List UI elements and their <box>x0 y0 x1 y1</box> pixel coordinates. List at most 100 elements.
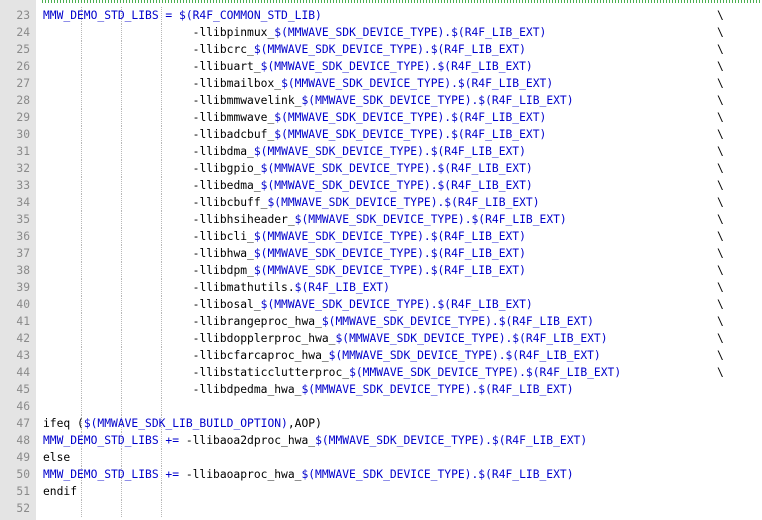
code-text[interactable]: -llibcfarcaproc_hwa_$(MMWAVE_SDK_DEVICE_… <box>43 347 601 364</box>
indent-guide <box>81 500 82 517</box>
code-text[interactable]: -llibrangeproc_hwa_$(MMWAVE_SDK_DEVICE_T… <box>43 313 594 330</box>
code-token-text: -llibcfarcaproc_hwa_ <box>192 349 329 362</box>
code-text[interactable]: -llibstaticclutterproc_$(MMWAVE_SDK_DEVI… <box>43 364 622 381</box>
line-number: 30 <box>16 128 30 141</box>
code-line[interactable]: 36 -llibcli_$(MMWAVE_SDK_DEVICE_TYPE).$(… <box>0 228 762 245</box>
line-number: 24 <box>16 26 30 39</box>
code-text[interactable]: -llibcrc_$(MMWAVE_SDK_DEVICE_TYPE).$(R4F… <box>43 41 526 58</box>
code-line[interactable]: 28 -llibmmwavelink_$(MMWAVE_SDK_DEVICE_T… <box>0 92 762 109</box>
code-text[interactable]: -llibcbuff_$(MMWAVE_SDK_DEVICE_TYPE).$(R… <box>43 194 540 211</box>
code-line[interactable]: 38 -llibdpm_$(MMWAVE_SDK_DEVICE_TYPE).$(… <box>0 262 762 279</box>
code-text[interactable]: -llibmmwave_$(MMWAVE_SDK_DEVICE_TYPE).$(… <box>43 109 547 126</box>
code-line[interactable]: 40 -llibosal_$(MMWAVE_SDK_DEVICE_TYPE).$… <box>0 296 762 313</box>
code-line[interactable]: 24 -llibpinmux_$(MMWAVE_SDK_DEVICE_TYPE)… <box>0 24 762 41</box>
line-number: 35 <box>16 213 30 226</box>
code-text[interactable]: -llibdpm_$(MMWAVE_SDK_DEVICE_TYPE).$(R4F… <box>43 262 526 279</box>
line-number: 40 <box>16 298 30 311</box>
code-line[interactable]: 46 <box>0 398 762 415</box>
line-continuation: \ <box>717 162 724 175</box>
code-token-variable: $(MMWAVE_SDK_DEVICE_TYPE).$(R4F_LIB_EXT) <box>274 26 547 39</box>
code-text[interactable]: -llibpinmux_$(MMWAVE_SDK_DEVICE_TYPE).$(… <box>43 24 547 41</box>
code-line[interactable]: 42 -llibdopplerproc_hwa_$(MMWAVE_SDK_DEV… <box>0 330 762 347</box>
code-line[interactable]: 50 MMW_DEMO_STD_LIBS += -llibaoaproc_hwa_… <box>0 466 762 483</box>
code-line[interactable]: 52 <box>0 500 762 517</box>
code-line[interactable]: 27 -llibmailbox_$(MMWAVE_SDK_DEVICE_TYPE… <box>0 75 762 92</box>
code-line[interactable]: 25 -llibcrc_$(MMWAVE_SDK_DEVICE_TYPE).$(… <box>0 41 762 58</box>
code-line[interactable]: 39 -llibmathutils.$(R4F_LIB_EXT) \ <box>0 279 762 296</box>
code-token-variable: $(MMWAVE_SDK_DEVICE_TYPE).$(R4F_LIB_EXT) <box>315 434 588 447</box>
code-line[interactable]: 34 -llibcbuff_$(MMWAVE_SDK_DEVICE_TYPE).… <box>0 194 762 211</box>
line-continuation: \ <box>717 315 724 328</box>
line-number: 32 <box>16 162 30 175</box>
code-text[interactable]: -llibosal_$(MMWAVE_SDK_DEVICE_TYPE).$(R4… <box>43 296 533 313</box>
code-token-variable: $(MMWAVE_SDK_DEVICE_TYPE).$(R4F_LIB_EXT) <box>253 247 526 260</box>
code-token-text: -llibmathutils. <box>192 281 295 294</box>
code-text[interactable]: -llibdopplerproc_hwa_$(MMWAVE_SDK_DEVICE… <box>43 330 608 347</box>
code-line[interactable]: 37 -llibhwa_$(MMWAVE_SDK_DEVICE_TYPE).$(… <box>0 245 762 262</box>
code-text[interactable]: MMW_DEMO_STD_LIBS += -llibaoaproc_hwa_$(… <box>43 466 574 483</box>
code-line[interactable]: 48 MMW_DEMO_STD_LIBS += -llibaoa2dproc_hw… <box>0 432 762 449</box>
code-line[interactable]: 43 -llibcfarcaproc_hwa_$(MMWAVE_SDK_DEVI… <box>0 347 762 364</box>
code-text[interactable]: -llibhsiheader_$(MMWAVE_SDK_DEVICE_TYPE)… <box>43 211 567 228</box>
code-text[interactable]: -llibuart_$(MMWAVE_SDK_DEVICE_TYPE).$(R4… <box>43 58 533 75</box>
code-line[interactable]: 49 else <box>0 449 762 466</box>
code-line[interactable]: 45 -llibdpedma_hwa_$(MMWAVE_SDK_DEVICE_T… <box>0 381 762 398</box>
code-token-variable: $(MMWAVE_SDK_DEVICE_TYPE).$(R4F_LIB_EXT) <box>281 77 554 90</box>
line-number: 49 <box>16 451 30 464</box>
code-text[interactable]: -llibedma_$(MMWAVE_SDK_DEVICE_TYPE).$(R4… <box>43 177 533 194</box>
code-text[interactable]: ifeq ($(MMWAVE_SDK_LIB_BUILD_OPTION),AOP… <box>43 415 322 432</box>
code-text[interactable]: MMW_DEMO_STD_LIBS += -llibaoa2dproc_hwa_… <box>43 432 587 449</box>
code-line[interactable]: 26 -llibuart_$(MMWAVE_SDK_DEVICE_TYPE).$… <box>0 58 762 75</box>
code-line[interactable]: 44 -llibstaticclutterproc_$(MMWAVE_SDK_D… <box>0 364 762 381</box>
line-number: 34 <box>16 196 30 209</box>
code-token-text: -llibdpedma_hwa_ <box>192 383 302 396</box>
code-token-variable: $(MMWAVE_SDK_DEVICE_TYPE).$(R4F_LIB_EXT) <box>260 60 533 73</box>
code-token-variable: $(R4F_LIB_EXT) <box>294 281 390 294</box>
code-line[interactable]: 47 ifeq ($(MMWAVE_SDK_LIB_BUILD_OPTION),A… <box>0 415 762 432</box>
code-text[interactable]: endif <box>43 483 77 500</box>
code-line[interactable]: 35 -llibhsiheader_$(MMWAVE_SDK_DEVICE_TY… <box>0 211 762 228</box>
code-text[interactable]: MMW_DEMO_STD_LIBS = $(R4F_COMMON_STD_LIB… <box>43 7 322 24</box>
code-text[interactable]: -llibgpio_$(MMWAVE_SDK_DEVICE_TYPE).$(R4… <box>43 160 533 177</box>
code-line[interactable]: 51 endif <box>0 483 762 500</box>
code-token-text: -llibadcbuf_ <box>192 128 275 141</box>
code-text[interactable]: -llibhwa_$(MMWAVE_SDK_DEVICE_TYPE).$(R4F… <box>43 245 526 262</box>
code-text[interactable]: -llibcli_$(MMWAVE_SDK_DEVICE_TYPE).$(R4F… <box>43 228 526 245</box>
code-line[interactable]: 32 -llibgpio_$(MMWAVE_SDK_DEVICE_TYPE).$… <box>0 160 762 177</box>
code-token-text: -llibuart_ <box>192 60 261 73</box>
code-token-text: -llibcbuff_ <box>192 196 268 209</box>
code-token-text: -llibdopplerproc_hwa_ <box>192 332 336 345</box>
code-line[interactable]: 41 -llibrangeproc_hwa_$(MMWAVE_SDK_DEVIC… <box>0 313 762 330</box>
code-line[interactable]: 29 -llibmmwave_$(MMWAVE_SDK_DEVICE_TYPE)… <box>0 109 762 126</box>
code-editor[interactable]: 23 MMW_DEMO_STD_LIBS = $(R4F_COMMON_STD_L… <box>0 0 762 520</box>
code-text[interactable]: -llibmmwavelink_$(MMWAVE_SDK_DEVICE_TYPE… <box>43 92 574 109</box>
code-text[interactable]: -llibadcbuf_$(MMWAVE_SDK_DEVICE_TYPE).$(… <box>43 126 547 143</box>
code-token-text: endif <box>43 485 78 498</box>
code-token-variable: MMW_DEMO_STD_LIBS += <box>43 468 186 481</box>
code-token-variable: $(MMWAVE_SDK_DEVICE_TYPE).$(R4F_LIB_EXT) <box>260 162 533 175</box>
code-text[interactable]: -llibdpedma_hwa_$(MMWAVE_SDK_DEVICE_TYPE… <box>43 381 574 398</box>
code-line[interactable]: 23 MMW_DEMO_STD_LIBS = $(R4F_COMMON_STD_L… <box>0 7 762 24</box>
line-number: 45 <box>16 383 30 396</box>
line-number: 47 <box>16 417 30 430</box>
code-text[interactable]: -llibmailbox_$(MMWAVE_SDK_DEVICE_TYPE).$… <box>43 75 553 92</box>
line-number: 44 <box>16 366 30 379</box>
code-token-text: -llibhwa_ <box>192 247 254 260</box>
code-text[interactable]: -llibdma_$(MMWAVE_SDK_DEVICE_TYPE).$(R4F… <box>43 143 526 160</box>
line-continuation: \ <box>717 179 724 192</box>
line-continuation: \ <box>717 9 724 22</box>
code-token-text: -llibmailbox_ <box>192 77 282 90</box>
code-line[interactable]: 33 -llibedma_$(MMWAVE_SDK_DEVICE_TYPE).$… <box>0 177 762 194</box>
line-number: 48 <box>16 434 30 447</box>
code-line[interactable]: 31 -llibdma_$(MMWAVE_SDK_DEVICE_TYPE).$(… <box>0 143 762 160</box>
code-line[interactable]: 30 -llibadcbuf_$(MMWAVE_SDK_DEVICE_TYPE)… <box>0 126 762 143</box>
line-number: 51 <box>16 485 30 498</box>
code-text[interactable]: else <box>43 449 70 466</box>
code-text[interactable]: -llibmathutils.$(R4F_LIB_EXT) <box>43 279 390 296</box>
